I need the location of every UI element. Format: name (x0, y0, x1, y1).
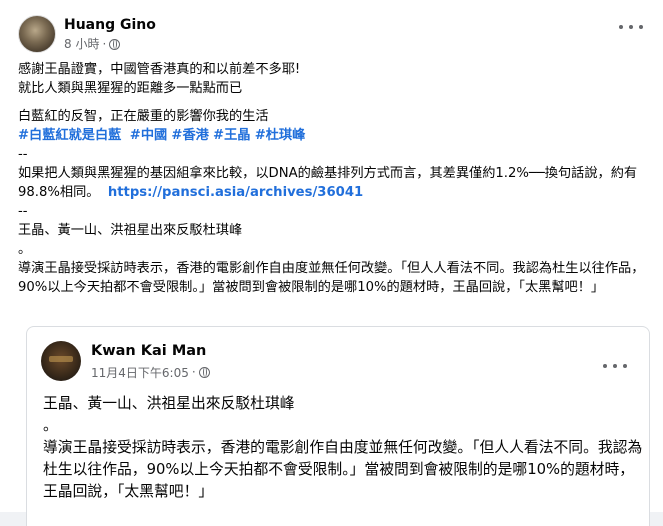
shared-author-name[interactable]: Kwan Kai Man (91, 342, 210, 361)
globe-icon[interactable] (198, 366, 210, 378)
meta-separator: · (191, 365, 196, 379)
post-line: 白藍紅的反智，正在嚴重的影響你我的生活 (18, 109, 269, 124)
shared-body: 導演王晶接受採訪時表示，香港的電影創作自由度並無任何改變。「但人人看法不同。我認… (43, 439, 643, 500)
hashtag-link[interactable]: #杜琪峰 (255, 128, 306, 143)
paragraph: 如果把人類與黑猩猩的基因組拿來比較，以DNA的鹼基排列方式而言，其差異僅約1.2… (18, 164, 648, 202)
shared-mark: 。 (43, 417, 58, 434)
quote-title: 王晶、黃一山、洪祖星出來反駁杜琪峰 (18, 223, 243, 238)
post-text: 感謝王晶證實，中國管香港真的和以前差不多耶! 就比人類與黑猩猩的距離多一點點而已… (18, 60, 648, 297)
shared-author-info: Kwan Kai Man 11月4日下午6:05 · (91, 342, 210, 381)
meta-separator: · (102, 37, 107, 51)
shared-timestamp[interactable]: 11月4日下午6:05 (91, 364, 189, 381)
post-meta: 8 小時 · (64, 36, 156, 52)
more-options-icon[interactable] (619, 20, 643, 34)
more-options-icon[interactable] (603, 359, 627, 373)
post-line: 就比人類與黑猩猩的距離多一點點而已 (18, 81, 243, 96)
post-timestamp[interactable]: 8 小時 (64, 36, 99, 52)
article-link[interactable]: https://pansci.asia/archives/36041 (108, 185, 363, 200)
separator-text: -- (18, 147, 28, 162)
hashtag-link[interactable]: #香港 (171, 128, 208, 143)
author-name[interactable]: Huang Gino (64, 16, 156, 34)
post-line: 感謝王晶證實，中國管香港真的和以前差不多耶! (18, 62, 301, 77)
author-info: Huang Gino 8 小時 · (64, 16, 156, 52)
hashtag-link[interactable]: #王晶 (213, 128, 250, 143)
shared-title: 王晶、黃一山、洪祖星出來反駁杜琪峰 (43, 395, 295, 412)
globe-icon[interactable] (109, 38, 121, 50)
author-avatar[interactable] (18, 15, 56, 53)
post-header: Huang Gino 8 小時 · (18, 14, 156, 54)
hashtag-link[interactable]: #中國 (130, 128, 167, 143)
quote-body: 導演王晶接受採訪時表示，香港的電影創作自由度並無任何改變。「但人人看法不同。我認… (18, 261, 645, 295)
shared-text: 王晶、黃一山、洪祖星出來反駁杜琪峰 。 導演王晶接受採訪時表示，香港的電影創作自… (43, 393, 643, 503)
hashtag-link[interactable]: #白藍紅就是白藍 (18, 128, 121, 143)
shared-author-avatar[interactable] (41, 341, 81, 381)
shared-meta: 11月4日下午6:05 · (91, 364, 210, 381)
separator-text: -- (18, 204, 28, 219)
hashtag-row: #白藍紅就是白藍 #中國 #香港 #王晶 #杜琪峰 (18, 126, 648, 145)
quote-mark: 。 (18, 242, 32, 257)
shared-header: Kwan Kai Man 11月4日下午6:05 · (41, 341, 210, 381)
post-card: Huang Gino 8 小時 · 感謝王晶證實，中國管香港真的和以前差不多耶!… (0, 0, 663, 526)
shared-post[interactable]: Kwan Kai Man 11月4日下午6:05 · 王晶、黃一山、洪祖星出來反… (26, 326, 650, 526)
